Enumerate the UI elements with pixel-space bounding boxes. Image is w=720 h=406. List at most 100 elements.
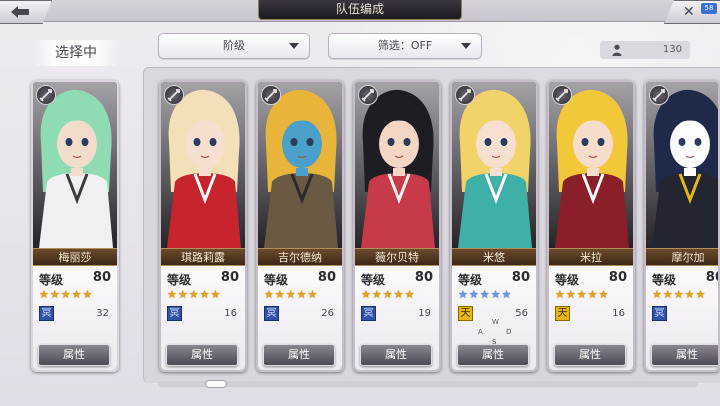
person-icon (612, 44, 622, 56)
character-info: 等级 80 ★★★★★ 天 56 W A D S 属性 (452, 266, 536, 370)
level-label: 等级 (652, 273, 677, 287)
character-portrait-art (549, 82, 633, 248)
attribute-button[interactable]: 属性 (263, 344, 335, 366)
character-portrait-art (33, 82, 117, 248)
level-value: 80 (220, 270, 239, 285)
attribute-button[interactable]: 属性 (360, 344, 432, 366)
element-icon: 冥 (361, 306, 376, 321)
rarity-stars: ★★★★★ (264, 288, 319, 301)
sword-emblem-icon (164, 85, 184, 105)
rarity-stars: ★★★★★ (458, 288, 513, 301)
rarity-stars: ★★★★★ (39, 288, 94, 301)
level-label: 等级 (458, 273, 483, 287)
character-card[interactable]: 摩尔加 等级 80 ★★★★★ 冥 属性 (644, 80, 720, 372)
attribute-button[interactable]: 属性 (651, 344, 718, 366)
rarity-stars: ★★★★★ (652, 288, 707, 301)
menu-badge: 58 (701, 3, 717, 14)
character-name: 琪路莉露 (161, 248, 245, 266)
character-name: 吉尔德纳 (258, 248, 342, 266)
element-icon: 冥 (264, 306, 279, 321)
sword-emblem-icon (455, 85, 475, 105)
sword-emblem-icon (358, 85, 378, 105)
filter-dropdown-label: 筛选：OFF (377, 39, 433, 52)
rarity-stars: ★★★★★ (167, 288, 222, 301)
element-value: 32 (96, 308, 109, 319)
unit-count-value: 130 (662, 44, 682, 55)
back-arrow-icon (11, 6, 29, 18)
character-card[interactable]: 琪路莉露 等级 80 ★★★★★ 冥 16 属性 (159, 80, 247, 372)
sword-emblem-icon (649, 85, 669, 105)
chevron-down-icon (461, 43, 471, 49)
character-info: 等级 80 ★★★★★ 冥 32 属性 (33, 266, 117, 370)
attribute-button[interactable]: 属性 (38, 344, 110, 366)
selected-character-card[interactable]: 梅丽莎 等级 80 ★★★★★ 冥 32 属性 (31, 80, 119, 372)
element-icon: 天 (555, 306, 570, 321)
element-value: 26 (321, 308, 334, 319)
page-title: 队伍编成 (258, 0, 462, 20)
level-label: 等级 (361, 273, 386, 287)
character-portrait-art (646, 82, 718, 248)
character-name: 薇尔贝特 (355, 248, 439, 266)
scrollbar-thumb[interactable] (205, 380, 227, 388)
character-name: 米拉 (549, 248, 633, 266)
element-icon: 冥 (39, 306, 54, 321)
character-portrait-art (161, 82, 245, 248)
character-info: 等级 80 ★★★★★ 冥 19 属性 (355, 266, 439, 370)
rarity-stars: ★★★★★ (361, 288, 416, 301)
character-portrait (33, 82, 117, 248)
sword-emblem-icon (261, 85, 281, 105)
element-icon: 冥 (167, 306, 182, 321)
grade-dropdown-label: 阶级 (223, 39, 245, 52)
level-value: 80 (317, 270, 336, 285)
character-card[interactable]: 吉尔德纳 等级 80 ★★★★★ 冥 26 属性 (256, 80, 344, 372)
element-icon: 冥 (652, 306, 667, 321)
character-portrait (452, 82, 536, 248)
level-value: 80 (608, 270, 627, 285)
sword-emblem-icon (36, 85, 56, 105)
close-icon: ✕ (683, 4, 695, 20)
level-label: 等级 (167, 273, 192, 287)
level-label: 等级 (264, 273, 289, 287)
character-portrait (646, 82, 718, 248)
character-portrait (549, 82, 633, 248)
attribute-button[interactable]: 属性 (166, 344, 238, 366)
filter-dropdown[interactable]: 筛选：OFF (328, 33, 482, 59)
compass-n: W (492, 318, 499, 326)
character-portrait (258, 82, 342, 248)
character-name: 米悠 (452, 248, 536, 266)
element-value: 19 (418, 308, 431, 319)
rarity-stars: ★★★★★ (555, 288, 610, 301)
character-portrait (161, 82, 245, 248)
level-value: 80 (511, 270, 530, 285)
element-value: 56 (515, 308, 528, 319)
level-value: 80 (92, 270, 111, 285)
character-info: 等级 80 ★★★★★ 冥 16 属性 (161, 266, 245, 370)
grade-dropdown[interactable]: 阶级 (158, 33, 310, 59)
element-icon: 天 (458, 306, 473, 321)
character-portrait-art (258, 82, 342, 248)
level-value: 80 (414, 270, 433, 285)
character-card[interactable]: 米拉 等级 80 ★★★★★ 天 16 属性 (547, 80, 635, 372)
chevron-down-icon (289, 43, 299, 49)
attribute-button[interactable]: 属性 (554, 344, 626, 366)
character-name: 梅丽莎 (33, 248, 117, 266)
level-value: 80 (705, 270, 718, 285)
compass-w: A (478, 328, 483, 336)
character-info: 等级 80 ★★★★★ 天 16 属性 (549, 266, 633, 370)
character-name: 摩尔加 (646, 248, 718, 266)
compass-e: D (506, 328, 512, 336)
character-card[interactable]: 米悠 等级 80 ★★★★★ 天 56 W A D S 属性 (450, 80, 538, 372)
character-card[interactable]: 薇尔贝特 等级 80 ★★★★★ 冥 19 属性 (353, 80, 441, 372)
sword-emblem-icon (552, 85, 572, 105)
element-value: 16 (224, 308, 237, 319)
scrollbar-track[interactable] (158, 381, 698, 387)
level-label: 等级 (555, 273, 580, 287)
element-value: 16 (612, 308, 625, 319)
character-info: 等级 80 ★★★★★ 冥 属性 (646, 266, 718, 370)
selecting-label: 选择中 (32, 40, 120, 66)
attribute-button[interactable]: 属性 (457, 344, 529, 366)
level-label: 等级 (39, 273, 64, 287)
unit-count: 130 (600, 41, 690, 59)
character-portrait-art (355, 82, 439, 248)
character-portrait (355, 82, 439, 248)
